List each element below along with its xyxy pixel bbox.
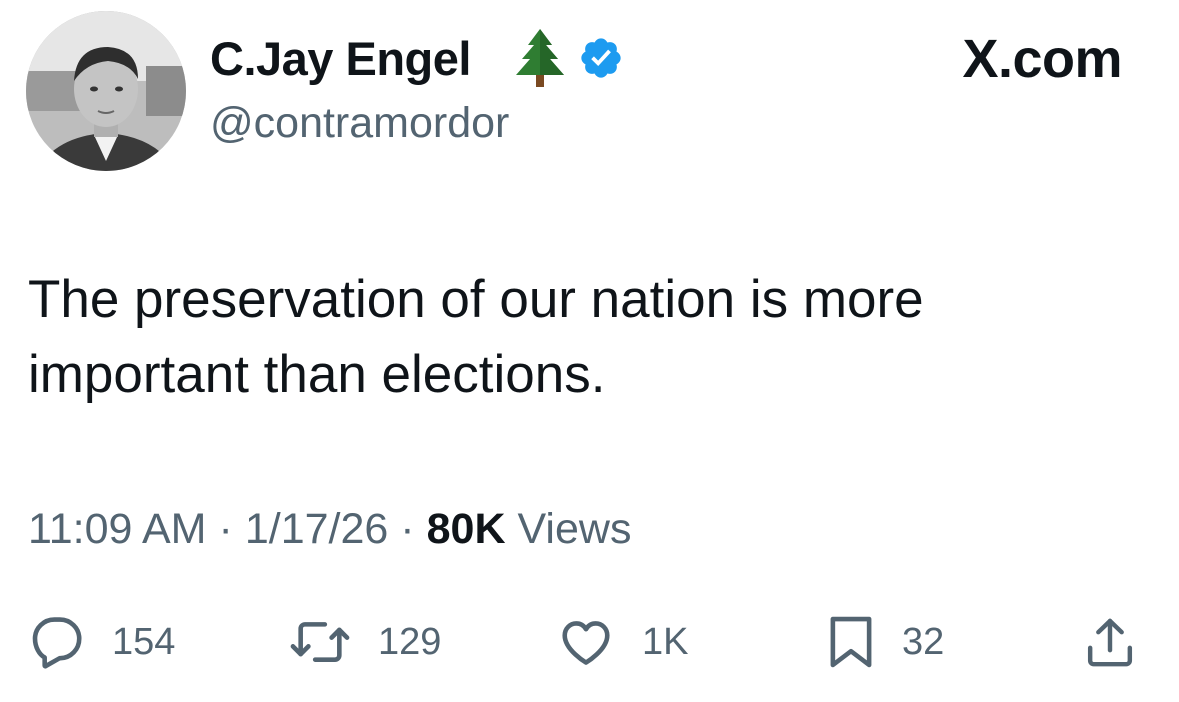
reply-count: 154 (112, 621, 176, 663)
meta-separator: · (400, 505, 415, 553)
tweet-card: C.Jay Engel @contramordor X.com The pres… (0, 0, 1179, 702)
repost-button[interactable]: 129 (288, 612, 441, 672)
views-count: 80K (426, 505, 506, 553)
views-label: Views (517, 505, 632, 553)
bookmark-count: 32 (902, 621, 945, 663)
repost-count: 129 (378, 621, 442, 663)
repost-icon (290, 622, 350, 662)
evergreen-tree-icon (512, 27, 568, 94)
tweet-meta: 11:09 AM · 1/17/26 · 80K Views (28, 502, 631, 556)
reply-icon (32, 617, 82, 669)
tweet-date[interactable]: 1/17/26 (245, 502, 388, 556)
name-extras (512, 28, 624, 90)
meta-separator: · (218, 505, 233, 553)
x-brand-label: X.com (962, 29, 1122, 89)
author-display-name[interactable]: C.Jay Engel (210, 30, 471, 88)
like-button[interactable]: 1K (556, 612, 688, 672)
like-count: 1K (642, 621, 689, 663)
author-handle[interactable]: @contramordor (210, 97, 509, 149)
action-bar: 154 129 1K 32 (0, 612, 1179, 672)
reply-button[interactable]: 154 (28, 612, 175, 672)
avatar[interactable] (26, 11, 186, 171)
tweet-time[interactable]: 11:09 AM (28, 502, 207, 556)
share-icon (1087, 618, 1133, 667)
bookmark-icon (830, 616, 872, 668)
bookmark-button[interactable]: 32 (826, 612, 944, 672)
verified-badge-icon[interactable] (578, 35, 624, 86)
heart-icon (562, 621, 610, 665)
tweet-text: The preservation of our nation is more i… (28, 270, 924, 404)
avatar-photo (26, 11, 186, 171)
share-button[interactable] (1082, 612, 1138, 672)
